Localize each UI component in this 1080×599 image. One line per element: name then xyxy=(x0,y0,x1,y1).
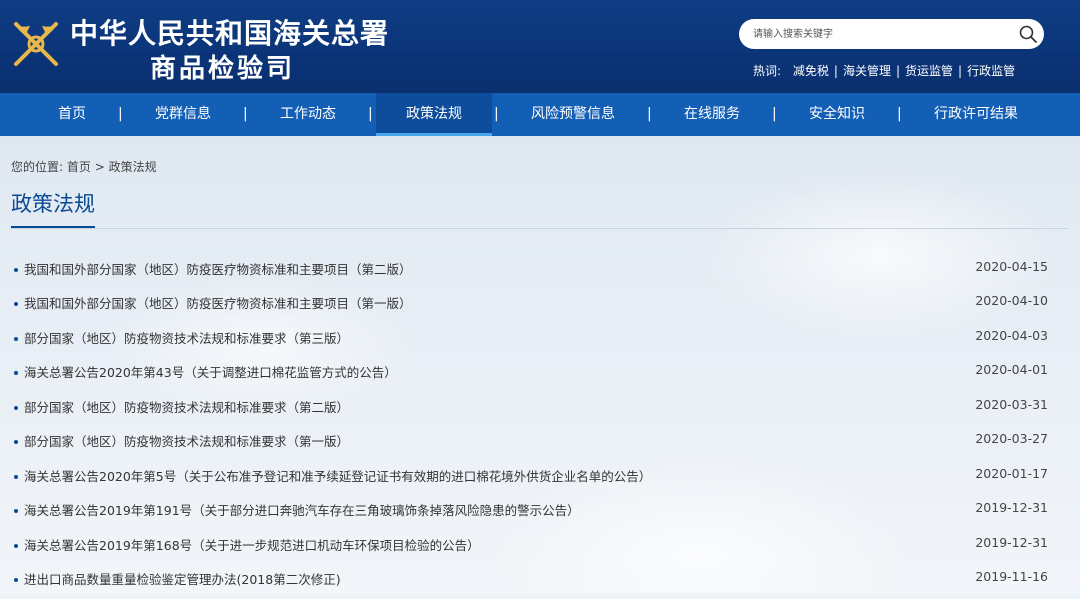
hot-word-separator: | xyxy=(895,64,900,78)
list-item: 海关总署公告2019年第168号（关于进一步规范进口机动车环保项目检验的公告） … xyxy=(0,535,1080,565)
article-link[interactable]: 我国和国外部分国家（地区）防疫医疗物资标准和主要项目（第二版） xyxy=(24,259,412,278)
hot-word-link[interactable]: 减免税 xyxy=(793,64,829,78)
breadcrumb-current: 政策法规 xyxy=(108,160,157,174)
article-date: 2020-03-27 xyxy=(975,431,1048,446)
article-date: 2020-04-01 xyxy=(975,362,1048,377)
nav-item-online-services[interactable]: 在线服务 xyxy=(667,93,757,136)
nav-separator: | xyxy=(647,106,652,122)
search-box xyxy=(739,19,1044,49)
article-link[interactable]: 海关总署公告2020年第43号（关于调整进口棉花监管方式的公告） xyxy=(24,362,397,381)
site-title-line2: 商品检验司 xyxy=(150,54,296,84)
list-item: 海关总署公告2020年第43号（关于调整进口棉花监管方式的公告） 2020-04… xyxy=(0,362,1080,392)
hot-word-link[interactable]: 货运监管 xyxy=(905,64,953,78)
main-nav: 首页 | 党群信息 | 工作动态 | 政策法规 | 风险预警信息 | 在线服务 … xyxy=(0,93,1080,136)
bullet-dot-icon xyxy=(14,544,18,548)
breadcrumb-separator: > xyxy=(94,160,105,174)
hot-words: 热词: 减免税 | 海关管理 | 货运监管 | 行政监管 xyxy=(753,62,1015,79)
bullet-dot-icon xyxy=(14,337,18,341)
nav-separator: | xyxy=(494,106,499,122)
article-link[interactable]: 部分国家（地区）防疫物资技术法规和标准要求（第一版） xyxy=(24,431,349,450)
hot-word-separator: | xyxy=(958,64,963,78)
customs-emblem-icon[interactable] xyxy=(12,18,60,68)
bullet-dot-icon xyxy=(14,578,18,582)
article-link[interactable]: 进出口商品数量重量检验鉴定管理办法(2018第二次修正) xyxy=(24,569,341,588)
bullet-dot-icon xyxy=(14,371,18,375)
search-input[interactable] xyxy=(753,25,1003,43)
nav-item-party[interactable]: 党群信息 xyxy=(138,93,228,136)
hot-word-separator: | xyxy=(833,64,838,78)
bullet-dot-icon xyxy=(14,302,18,306)
site-header: 中华人民共和国海关总署 商品检验司 热词: 减免税 | 海关管理 | 货运监管 | 行政监管 xyxy=(0,0,1080,93)
breadcrumb: 您的位置: 首页 > 政策法规 xyxy=(11,158,157,175)
article-date: 2019-12-31 xyxy=(975,535,1048,550)
bullet-dot-icon xyxy=(14,440,18,444)
nav-separator: | xyxy=(243,106,248,122)
breadcrumb-prefix: 您的位置: xyxy=(11,160,64,174)
list-item: 海关总署公告2020年第5号（关于公布准予登记和准予续延登记证书有效期的进口棉花… xyxy=(0,466,1080,496)
nav-item-safety[interactable]: 安全知识 xyxy=(792,93,882,136)
page-title: 政策法规 xyxy=(11,192,95,216)
article-link[interactable]: 海关总署公告2020年第5号（关于公布准予登记和准予续延登记证书有效期的进口棉花… xyxy=(24,466,651,485)
section-divider xyxy=(11,228,1068,229)
article-link[interactable]: 我国和国外部分国家（地区）防疫医疗物资标准和主要项目（第一版） xyxy=(24,293,412,312)
hot-words-label: 热词: xyxy=(753,64,782,78)
list-item: 部分国家（地区）防疫物资技术法规和标准要求（第一版） 2020-03-27 xyxy=(0,431,1080,461)
nav-separator: | xyxy=(368,106,373,122)
article-date: 2020-03-31 xyxy=(975,397,1048,412)
nav-item-work-news[interactable]: 工作动态 xyxy=(263,93,353,136)
nav-item-risk-alerts[interactable]: 风险预警信息 xyxy=(514,93,632,136)
bullet-dot-icon xyxy=(14,268,18,272)
list-item: 进出口商品数量重量检验鉴定管理办法(2018第二次修正) 2019-11-16 xyxy=(0,569,1080,599)
article-date: 2020-04-15 xyxy=(975,259,1048,274)
list-item: 部分国家（地区）防疫物资技术法规和标准要求（第二版） 2020-03-31 xyxy=(0,397,1080,427)
article-date: 2020-04-03 xyxy=(975,328,1048,343)
list-item: 我国和国外部分国家（地区）防疫医疗物资标准和主要项目（第一版） 2020-04-… xyxy=(0,293,1080,323)
nav-item-policy[interactable]: 政策法规 xyxy=(376,93,492,136)
site-title-line1: 中华人民共和国海关总署 xyxy=(70,17,390,50)
nav-separator: | xyxy=(118,106,123,122)
nav-separator: | xyxy=(772,106,777,122)
article-link[interactable]: 海关总署公告2019年第168号（关于进一步规范进口机动车环保项目检验的公告） xyxy=(24,535,480,554)
main-content: 您的位置: 首页 > 政策法规 政策法规 我国和国外部分国家（地区）防疫医疗物资… xyxy=(0,136,1080,593)
article-link[interactable]: 部分国家（地区）防疫物资技术法规和标准要求（第三版） xyxy=(24,328,349,347)
search-icon[interactable] xyxy=(1018,24,1038,44)
article-date: 2020-01-17 xyxy=(975,466,1048,481)
article-date: 2019-12-31 xyxy=(975,500,1048,515)
nav-item-permit-results[interactable]: 行政许可结果 xyxy=(917,93,1035,136)
article-date: 2020-04-10 xyxy=(975,293,1048,308)
bullet-dot-icon xyxy=(14,406,18,410)
list-item: 部分国家（地区）防疫物资技术法规和标准要求（第三版） 2020-04-03 xyxy=(0,328,1080,358)
list-item: 我国和国外部分国家（地区）防疫医疗物资标准和主要项目（第二版） 2020-04-… xyxy=(0,259,1080,289)
article-link[interactable]: 海关总署公告2019年第191号（关于部分进口奔驰汽车存在三角玻璃饰条掉落风险隐… xyxy=(24,500,580,519)
article-date: 2019-11-16 xyxy=(975,569,1048,584)
breadcrumb-home-link[interactable]: 首页 xyxy=(67,160,91,174)
hot-word-link[interactable]: 海关管理 xyxy=(843,64,891,78)
nav-separator: | xyxy=(897,106,902,122)
list-item: 海关总署公告2019年第191号（关于部分进口奔驰汽车存在三角玻璃饰条掉落风险隐… xyxy=(0,500,1080,530)
article-link[interactable]: 部分国家（地区）防疫物资技术法规和标准要求（第二版） xyxy=(24,397,349,416)
nav-item-home[interactable]: 首页 xyxy=(40,93,104,136)
bullet-dot-icon xyxy=(14,475,18,479)
hot-word-link[interactable]: 行政监管 xyxy=(967,64,1015,78)
bullet-dot-icon xyxy=(14,509,18,513)
